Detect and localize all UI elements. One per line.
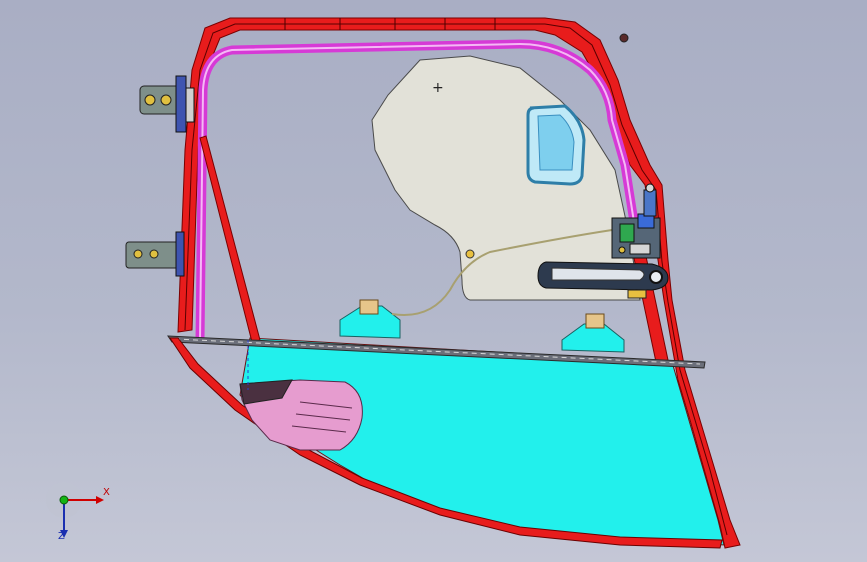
- front-guide-rail[interactable]: [199, 135, 261, 343]
- cad-graphics-viewport[interactable]: + X Z: [0, 0, 867, 562]
- lower-hinge[interactable]: [125, 231, 185, 277]
- regulator-clip-left[interactable]: [359, 299, 379, 315]
- reference-point: [619, 33, 629, 43]
- cable-anchor[interactable]: [465, 249, 475, 259]
- coordinate-triad[interactable]: X Z: [40, 478, 120, 548]
- triad-x-label: X: [103, 487, 110, 498]
- regulator-clip-right[interactable]: [585, 313, 605, 329]
- upper-hinge[interactable]: [139, 75, 195, 133]
- handle-lock-cylinder[interactable]: [649, 270, 663, 284]
- triad-z-label: Z: [58, 531, 65, 542]
- panel-cross-mark: +: [432, 80, 444, 96]
- striker-bracket[interactable]: [627, 289, 647, 299]
- door-assembly-model[interactable]: +: [0, 0, 867, 562]
- door-handle-grip: [551, 267, 645, 281]
